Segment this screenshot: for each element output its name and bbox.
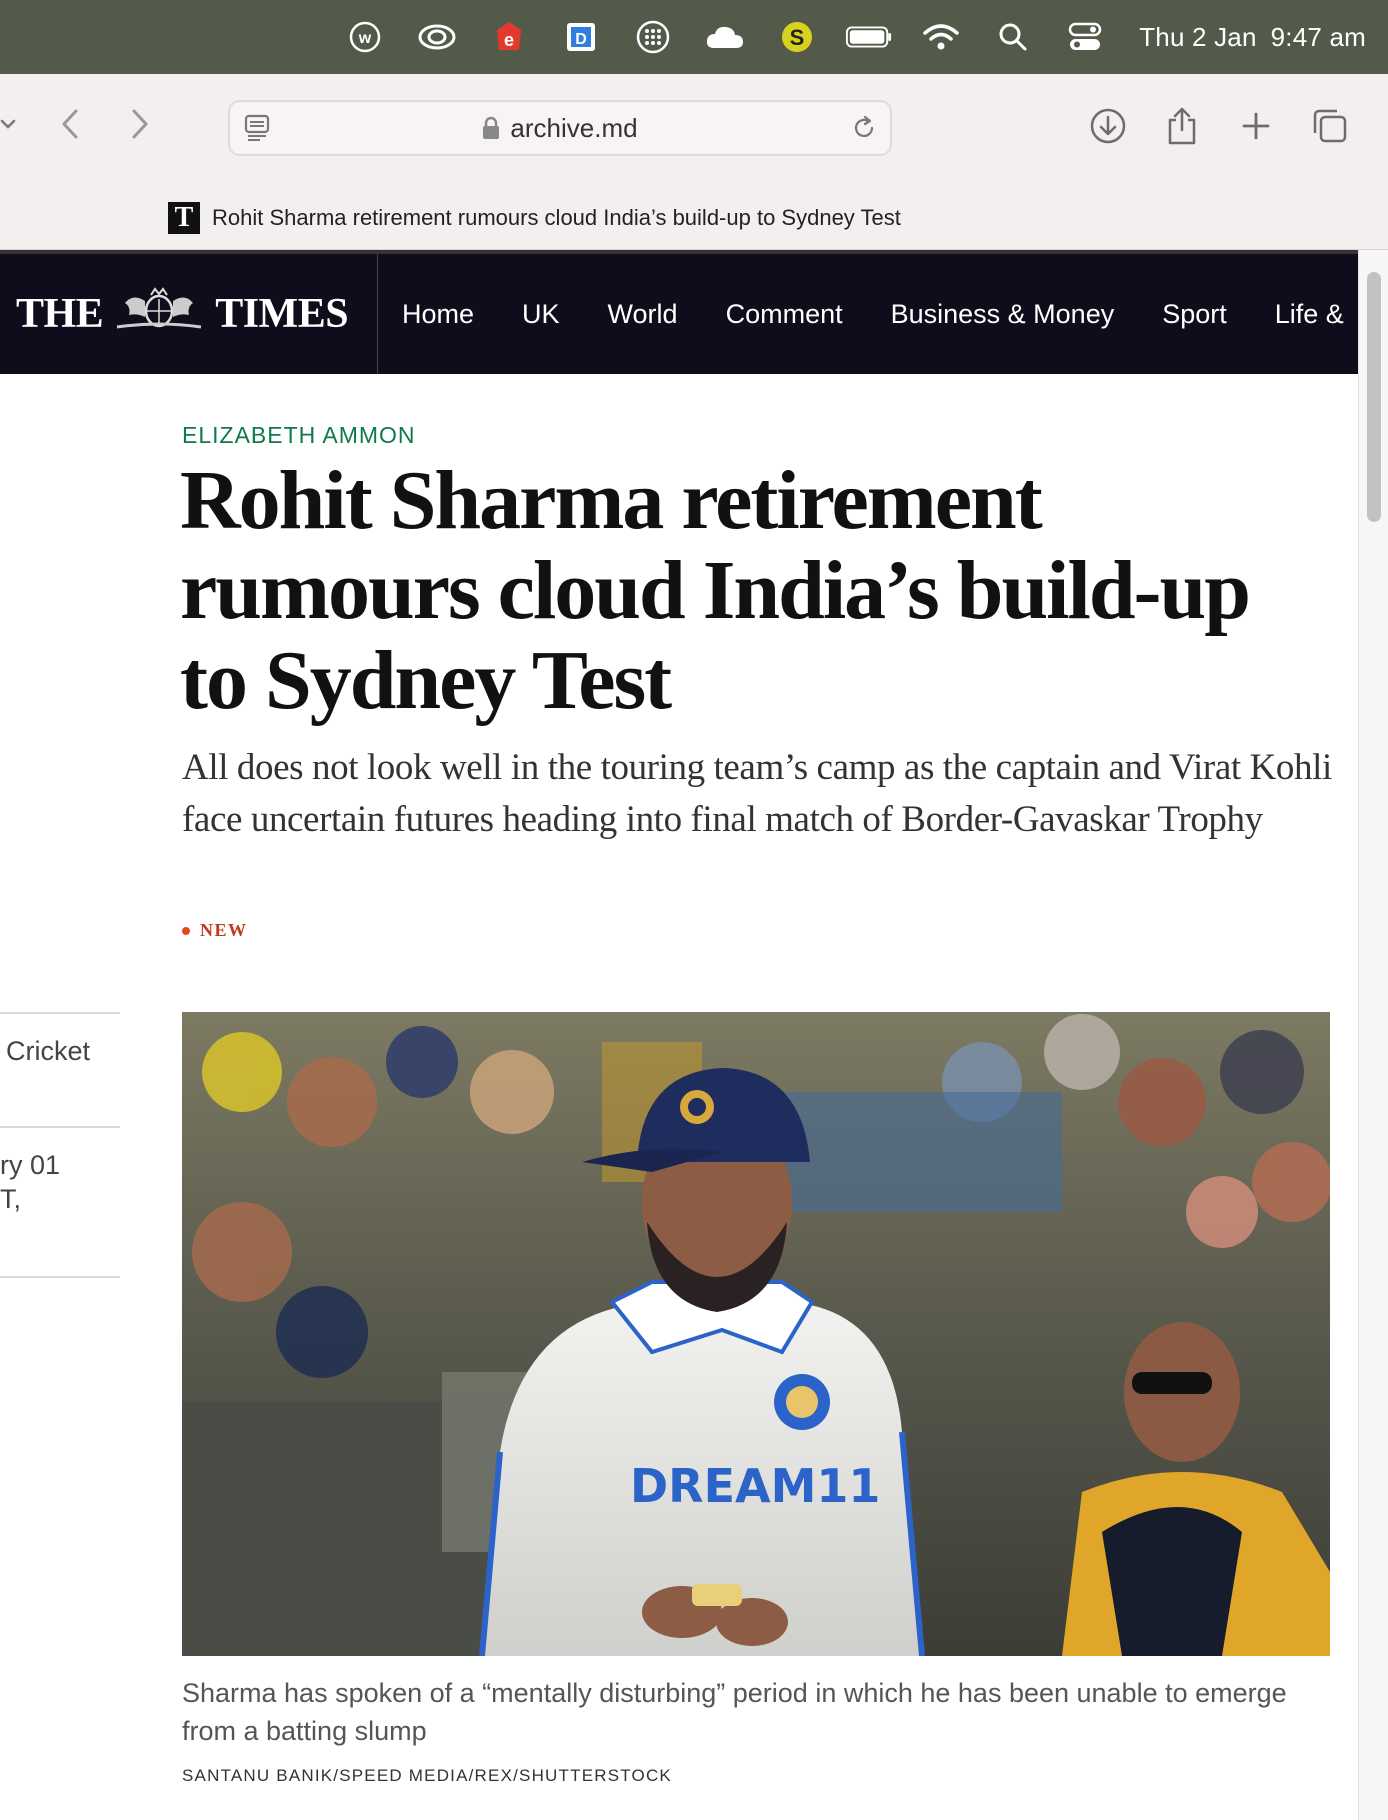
address-bar[interactable]: archive.md (228, 100, 892, 156)
new-tab-button[interactable] (1234, 104, 1278, 148)
svg-text:S: S (790, 25, 805, 50)
downloads-button[interactable] (1086, 104, 1130, 148)
sidebar-divider (0, 1126, 120, 1128)
menu-bar: w e D S Thu 2 Jan 9:47 am (0, 0, 1388, 74)
nav-life[interactable]: Life & (1275, 299, 1344, 330)
article-headline: Rohit Sharma retirement rumours cloud In… (180, 454, 1251, 727)
wifi-icon[interactable] (917, 13, 965, 61)
nav-world[interactable]: World (608, 299, 678, 330)
menu-bar-time: 9:47 am (1270, 21, 1366, 52)
author-byline[interactable]: ELIZABETH AMMON (182, 422, 416, 449)
logo-times: TIMES (215, 291, 349, 337)
share-icon (1168, 107, 1196, 145)
search-icon[interactable] (989, 13, 1037, 61)
section-nav: Home UK World Comment Business & Money S… (378, 299, 1344, 330)
url-text: archive.md (510, 112, 638, 143)
article-standfirst: All does not look well in the touring te… (182, 747, 1332, 840)
tab-title: Rohit Sharma retirement rumours cloud In… (212, 205, 901, 230)
sidebar-section-link[interactable]: Cricket (6, 1034, 90, 1068)
sidebar-divider (0, 1276, 120, 1278)
battery-icon[interactable] (845, 13, 893, 61)
image-caption: Sharma has spoken of a “mentally disturb… (182, 1678, 1287, 1746)
svg-text:e: e (504, 30, 514, 50)
s-app-icon[interactable]: S (773, 13, 821, 61)
forward-button[interactable] (120, 104, 160, 144)
reload-icon[interactable] (850, 114, 878, 147)
times-logo[interactable]: THE TIMES (0, 254, 378, 374)
nav-home[interactable]: Home (402, 299, 474, 330)
page-scrollbar[interactable] (1358, 250, 1388, 1820)
logo-the: THE (16, 291, 104, 337)
grid-dots-icon[interactable] (629, 13, 677, 61)
tab-overview-button[interactable] (1308, 104, 1352, 148)
chevron-left-icon (62, 109, 78, 139)
tabs-icon (1313, 109, 1347, 143)
new-badge: NEW (182, 920, 248, 941)
sidebar-time: T, (0, 1184, 22, 1214)
chevron-right-icon (132, 109, 148, 139)
sidebar-chevron-icon[interactable] (0, 104, 28, 144)
cloud-icon[interactable] (701, 13, 749, 61)
new-badge-label: NEW (200, 920, 248, 940)
active-tab[interactable]: T Rohit Sharma retirement rumours cloud … (0, 186, 1388, 250)
article-hero-image[interactable]: DREAM11 (182, 1012, 1330, 1656)
nav-uk[interactable]: UK (522, 299, 560, 330)
new-dot-icon (182, 926, 190, 935)
sidebar-date: ry 01 (0, 1150, 61, 1180)
browser-toolbar: archive.md T Rohit Sharma retirement rum… (0, 74, 1388, 250)
times-favicon-icon: T (168, 202, 200, 234)
menu-bar-date: Thu 2 Jan (1139, 21, 1257, 52)
image-credit: SANTANU BANIK/SPEED MEDIA/REX/SHUTTERSTO… (182, 1766, 672, 1785)
lock-icon (483, 116, 500, 139)
e-app-icon[interactable]: e (485, 13, 533, 61)
w-circle-icon[interactable]: w (341, 13, 389, 61)
d-app-icon[interactable]: D (557, 13, 605, 61)
control-center-icon[interactable] (1061, 13, 1109, 61)
scrollbar-thumb[interactable] (1367, 272, 1381, 522)
creative-cloud-icon[interactable] (413, 13, 461, 61)
back-button[interactable] (50, 104, 90, 144)
sidebar-divider (0, 1012, 120, 1014)
share-button[interactable] (1160, 104, 1204, 148)
nav-comment[interactable]: Comment (726, 299, 843, 330)
nav-sport[interactable]: Sport (1162, 299, 1227, 330)
times-nav-bar: THE TIMES Home UK World Comment Business… (0, 250, 1358, 374)
url-display: archive.md (230, 102, 890, 154)
svg-text:D: D (575, 31, 587, 48)
svg-text:w: w (358, 30, 372, 47)
plus-icon (1242, 112, 1270, 140)
royal-crest-icon (109, 286, 209, 342)
nav-business-money[interactable]: Business & Money (891, 299, 1115, 330)
svg-text:DREAM11: DREAM11 (630, 1459, 880, 1513)
web-page: THE TIMES Home UK World Comment Business… (0, 250, 1358, 1820)
download-icon (1090, 108, 1126, 144)
menu-bar-clock[interactable]: Thu 2 Jan 9:47 am (1139, 22, 1366, 53)
